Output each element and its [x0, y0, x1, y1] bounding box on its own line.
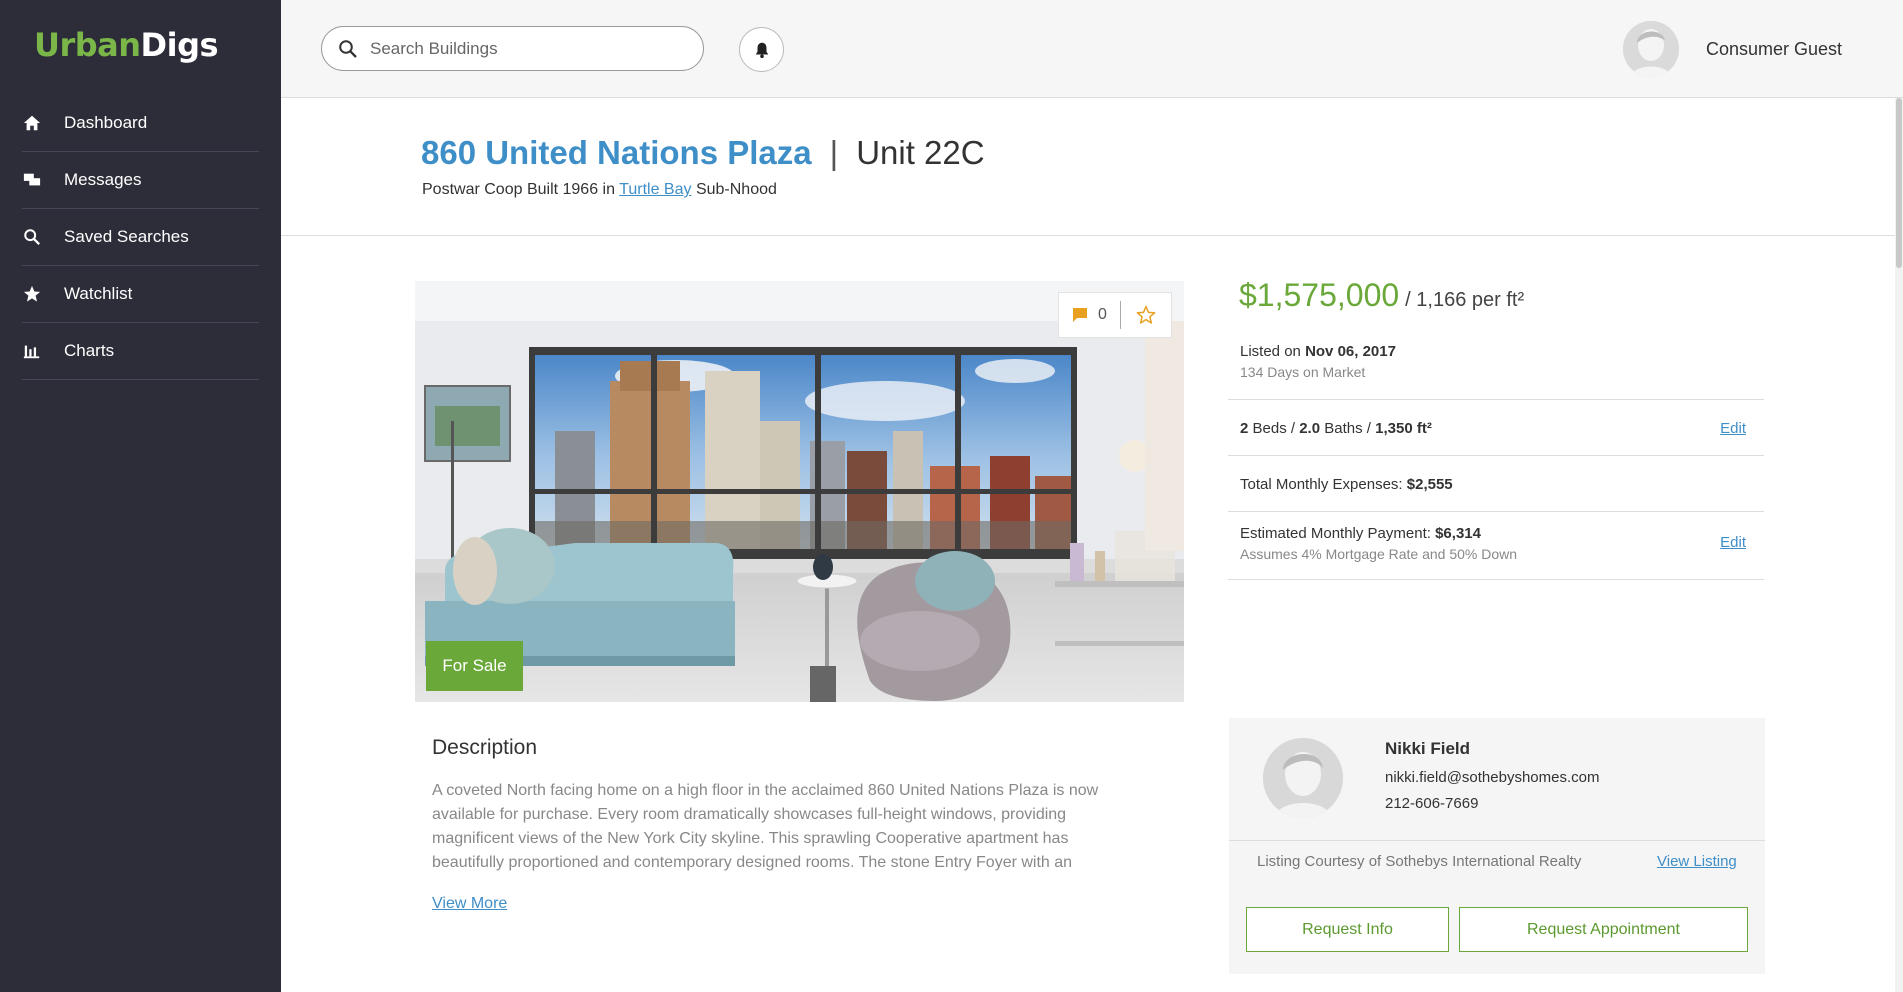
price-block: $1,575,000/ 1,166 per ft² — [1239, 277, 1524, 314]
search-box[interactable] — [321, 26, 704, 71]
description-title: Description — [432, 736, 538, 759]
days-on-market: 134 Days on Market — [1240, 364, 1366, 380]
monthly-expenses-row: Total Monthly Expenses: $2,555 — [1228, 457, 1764, 512]
sidebar-item-label: Charts — [64, 341, 115, 360]
beds-baths-row: 2 Beds / 2.0 Baths / 1,350 ft² Edit — [1228, 401, 1764, 456]
scrollbar[interactable] — [1895, 98, 1903, 992]
home-icon — [22, 113, 42, 133]
sidebar-item-saved-searches[interactable]: Saved Searches — [22, 209, 259, 266]
request-appointment-button[interactable]: Request Appointment — [1459, 907, 1748, 952]
listed-date: Nov 06, 2017 — [1305, 343, 1396, 360]
agent-email[interactable]: nikki.field@sothebyshomes.com — [1385, 769, 1599, 786]
listing-address[interactable]: 860 United Nations Plaza — [421, 134, 812, 171]
beds-value: 2 — [1240, 420, 1249, 437]
search-icon — [339, 39, 357, 58]
notifications-button[interactable] — [739, 27, 784, 72]
search-icon — [22, 227, 42, 247]
monthly-expenses-label: Total Monthly Expenses: — [1240, 476, 1403, 493]
monthly-expenses-value: $2,555 — [1406, 476, 1453, 493]
star-outline-icon — [1136, 305, 1156, 324]
sidebar: UrbanDigs Dashboard Messages Saved Searc… — [0, 0, 281, 992]
top-header: Consumer Guest — [281, 0, 1903, 98]
comment-icon — [1073, 308, 1088, 322]
sidebar-item-messages[interactable]: Messages — [22, 152, 259, 209]
scrollbar-thumb[interactable] — [1896, 98, 1902, 268]
agent-info: Nikki Field nikki.field@sothebyshomes.co… — [1229, 718, 1765, 841]
sidebar-nav: Dashboard Messages Saved Searches Watchl… — [22, 95, 259, 380]
edit-beds-link[interactable]: Edit — [1720, 401, 1746, 456]
sidebar-item-charts[interactable]: Charts — [22, 323, 259, 380]
subtitle-suffix: Sub-Nhood — [695, 181, 777, 198]
agent-card: Nikki Field nikki.field@sothebyshomes.co… — [1229, 718, 1765, 974]
bar-chart-icon — [22, 341, 42, 361]
listed-row: Listed on Nov 06, 2017 134 Days on Marke… — [1228, 343, 1764, 400]
messages-icon — [22, 170, 42, 190]
listing-title-block: 860 United Nations Plaza | Unit 22C Postwa… — [281, 98, 1895, 236]
bell-icon — [755, 42, 768, 58]
logo[interactable]: UrbanDigs — [34, 26, 219, 64]
sidebar-item-dashboard[interactable]: Dashboard — [22, 95, 259, 152]
edit-payment-link[interactable]: Edit — [1720, 534, 1746, 551]
est-payment-note: Assumes 4% Mortgage Rate and 50% Down — [1240, 546, 1518, 562]
agent-name: Nikki Field — [1385, 739, 1471, 758]
listing-price: $1,575,000 — [1239, 277, 1400, 313]
title-separator: | — [829, 134, 839, 171]
photo-actions: 0 — [1058, 292, 1172, 338]
request-info-button[interactable]: Request Info — [1246, 907, 1449, 952]
listing-courtesy: Listing Courtesy of Sothebys Internation… — [1257, 853, 1582, 870]
sidebar-item-label: Watchlist — [64, 284, 133, 303]
comments-button[interactable]: 0 — [1059, 301, 1121, 329]
comment-count: 0 — [1098, 306, 1107, 323]
watchlist-star-button[interactable] — [1121, 305, 1171, 325]
price-per-ft: / 1,166 per ft² — [1405, 289, 1525, 311]
search-input[interactable] — [370, 38, 690, 59]
agent-avatar — [1263, 738, 1343, 818]
size-value: 1,350 ft² — [1375, 420, 1432, 437]
star-icon — [22, 284, 42, 304]
listed-label: Listed on — [1240, 343, 1301, 360]
listing-photo[interactable] — [415, 281, 1184, 702]
description-body: A coveted North facing home on a high fl… — [432, 782, 1099, 871]
listing-unit: Unit 22C — [856, 134, 985, 171]
neighborhood-link[interactable]: Turtle Bay — [619, 181, 691, 198]
living-room-photo — [415, 281, 1184, 702]
subtitle-prefix: Postwar Coop Built 1966 in — [422, 181, 615, 198]
sidebar-item-label: Messages — [64, 170, 142, 189]
baths-label: Baths / — [1324, 420, 1371, 437]
sidebar-item-watchlist[interactable]: Watchlist — [22, 266, 259, 323]
status-badge: For Sale — [426, 641, 523, 691]
listing-subtitle: Postwar Coop Built 1966 in Turtle Bay Su… — [422, 181, 777, 199]
beds-label: Beds / — [1252, 420, 1296, 437]
avatar[interactable] — [1623, 21, 1679, 77]
user-name[interactable]: Consumer Guest — [1706, 39, 1842, 60]
logo-urban: Urban — [34, 26, 141, 64]
view-listing-link[interactable]: View Listing — [1657, 853, 1737, 870]
sidebar-item-label: Saved Searches — [64, 227, 189, 246]
est-payment-value: $6,314 — [1435, 525, 1481, 542]
est-payment-label: Estimated Monthly Payment: — [1240, 525, 1431, 542]
sidebar-item-label: Dashboard — [64, 113, 148, 132]
logo-digs: Digs — [140, 26, 219, 64]
page-title: 860 United Nations Plaza | Unit 22C — [421, 134, 985, 172]
view-more-link[interactable]: View More — [432, 895, 507, 913]
baths-value: 2.0 — [1299, 420, 1321, 437]
agent-phone[interactable]: 212-606-7669 — [1385, 795, 1478, 812]
estimated-payment-row: Estimated Monthly Payment: $6,314 Assume… — [1228, 513, 1764, 580]
